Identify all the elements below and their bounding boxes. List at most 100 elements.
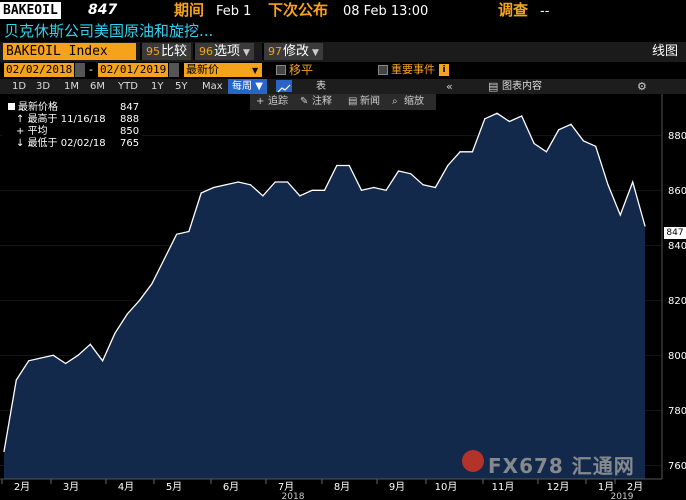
data-point: [607, 184, 609, 186]
x-tick-label: 9月: [389, 481, 405, 493]
period-ytd[interactable]: YTD: [114, 79, 142, 94]
y-tick-label: 880: [668, 131, 686, 142]
table-view-button[interactable]: 表: [312, 79, 330, 94]
options-button[interactable]: 96选项 ▼: [193, 43, 254, 60]
legend-last-row[interactable]: 最新价格: [8, 102, 58, 114]
data-point: [619, 214, 621, 216]
zoom-icon[interactable]: ⌕: [392, 94, 398, 110]
data-point: [570, 123, 572, 125]
data-point: [447, 164, 449, 167]
calendar-icon[interactable]: [169, 63, 179, 77]
x-tick-label: 3月: [63, 481, 79, 493]
chart-legend: 最新价格 847 ↑ 最高于 11/16/18 888 + 平均 850 ↓ 最…: [2, 100, 142, 157]
data-point: [410, 173, 412, 175]
legend-avg-label: 平均: [27, 126, 48, 137]
chevron-down-icon: ▼: [312, 48, 319, 58]
legend-low-value: 765: [120, 138, 140, 149]
next-release-value: 08 Feb 13:00: [343, 4, 429, 19]
data-point: [323, 189, 326, 191]
pencil-icon[interactable]: ✎: [300, 94, 308, 110]
events-label: 重要事件: [391, 63, 435, 76]
data-point: [286, 181, 289, 183]
edit-label: 修改: [283, 44, 310, 59]
frequency-select[interactable]: 每周 ▼: [228, 79, 267, 94]
next-release-label: 下次公布: [268, 1, 329, 19]
period-1d[interactable]: 1D: [8, 79, 30, 94]
period-1m[interactable]: 1M: [60, 79, 83, 94]
ticker-input[interactable]: BAKEOIL Index: [3, 43, 136, 60]
crosshair-icon[interactable]: +: [256, 94, 264, 110]
chart-type-label[interactable]: 线图: [652, 43, 678, 60]
x-tick-label: 2月: [14, 481, 30, 493]
data-point: [644, 225, 646, 227]
options-number: 96: [199, 45, 213, 58]
data-point: [163, 258, 165, 260]
calendar-icon[interactable]: [75, 63, 85, 77]
options-label: 选项: [214, 44, 241, 59]
period-1y[interactable]: 1Y: [147, 79, 167, 94]
y-tick-label: 840: [668, 241, 686, 252]
data-point: [138, 299, 141, 301]
period-3d[interactable]: 3D: [32, 79, 54, 94]
annotate-button[interactable]: 注释: [312, 94, 332, 110]
info-icon[interactable]: i: [439, 64, 449, 76]
gear-icon[interactable]: ⚙: [637, 79, 647, 94]
news-button[interactable]: 新闻: [360, 94, 380, 110]
data-point: [225, 184, 227, 186]
data-point: [533, 142, 535, 145]
data-point: [582, 140, 584, 142]
data-point: [3, 450, 5, 453]
security-name: 贝克休斯公司美国原油和旋挖...: [4, 22, 214, 40]
legend-high-row: ↑ 最高于 11/16/18: [16, 114, 106, 125]
y-tick-label: 860: [668, 186, 686, 197]
data-point: [545, 151, 547, 153]
watermark: FX678 汇通网: [488, 454, 635, 478]
period-6m[interactable]: 6M: [86, 79, 109, 94]
y-tick-label: 800: [668, 351, 686, 362]
period-value: Feb 1: [216, 4, 252, 19]
data-point: [373, 186, 375, 189]
moving-avg-label: 移平: [289, 63, 314, 77]
moving-avg-checkbox[interactable]: [276, 65, 286, 75]
ticker-label: BAKEOIL: [0, 2, 61, 19]
data-point: [200, 192, 202, 194]
data-point: [299, 195, 301, 197]
x-tick-label: 12月: [547, 481, 570, 493]
end-date-input[interactable]: 02/01/2019: [98, 63, 169, 77]
news-icon[interactable]: ▤: [348, 94, 357, 110]
x-tick-label: 4月: [118, 481, 134, 493]
edit-button[interactable]: 97修改 ▼: [262, 43, 323, 60]
data-point: [262, 195, 264, 197]
edit-number: 97: [268, 45, 282, 58]
data-point: [558, 129, 560, 131]
events-checkbox[interactable]: [378, 65, 388, 75]
chart-content-icon[interactable]: ▤: [488, 79, 498, 94]
price-type-select[interactable]: 最新价: [184, 63, 262, 77]
legend-swatch: [8, 103, 15, 110]
x-tick-label: 10月: [435, 481, 458, 493]
zoom-button[interactable]: 缩放: [404, 94, 424, 110]
start-date-input[interactable]: 02/02/2018: [4, 63, 75, 77]
frequency-label: 每周: [232, 81, 252, 92]
chart-content-button[interactable]: 图表内容: [498, 79, 546, 94]
data-point: [237, 181, 239, 183]
y-tick-label: 760: [668, 461, 686, 472]
track-button[interactable]: 追踪: [268, 94, 288, 110]
y-tick-label: 820: [668, 296, 686, 307]
chevron-down-icon: ▼: [243, 48, 250, 58]
data-point: [52, 354, 54, 356]
chevron-double-left-icon[interactable]: «: [446, 79, 453, 94]
period-max[interactable]: Max: [198, 79, 227, 94]
chevron-down-icon: ▼: [255, 81, 263, 92]
compare-button[interactable]: 95比较: [140, 43, 192, 60]
logo-icon: [462, 450, 484, 472]
data-point: [65, 362, 67, 365]
period-label: 期间: [174, 1, 205, 19]
period-5y[interactable]: 5Y: [171, 79, 191, 94]
line-chart-icon[interactable]: [276, 80, 292, 93]
data-point: [508, 120, 511, 123]
data-point: [274, 181, 276, 183]
legend-last-value: 847: [120, 102, 140, 113]
data-point: [471, 151, 474, 153]
data-point: [212, 186, 215, 189]
